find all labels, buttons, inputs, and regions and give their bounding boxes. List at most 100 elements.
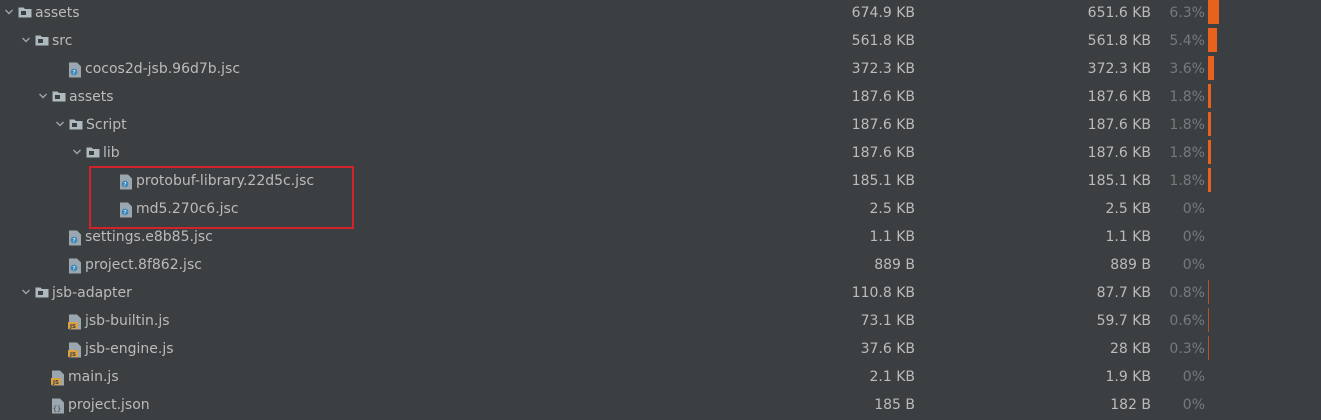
size-percent: 1.8% (1169, 117, 1205, 133)
file-size: 37.6 KB (860, 341, 915, 357)
file-name: assets (35, 5, 80, 21)
size-bar (1208, 0, 1219, 24)
file-size: 73.1 KB (860, 313, 915, 329)
size-bar (1208, 28, 1217, 52)
chevron-down-icon[interactable] (4, 7, 14, 17)
size-bar (1208, 308, 1209, 332)
js-file-icon: JS (68, 314, 82, 330)
tree-row[interactable]: lib 187.6 KB 187.6 KB 1.8% (0, 140, 1321, 168)
disk-size: 187.6 KB (1087, 89, 1151, 105)
disk-size: 187.6 KB (1087, 117, 1151, 133)
unknown-file-icon: ? (68, 258, 82, 274)
disk-size: 87.7 KB (1096, 285, 1151, 301)
file-size: 185.1 KB (851, 173, 915, 189)
tree-row[interactable]: assets 674.9 KB 651.6 KB 6.3% (0, 0, 1321, 28)
folder-icon (69, 118, 83, 132)
tree-row[interactable]: assets 187.6 KB 187.6 KB 1.8% (0, 84, 1321, 112)
tree-row[interactable]: JS jsb-engine.js 37.6 KB 28 KB 0.3% (0, 336, 1321, 364)
folder-icon (35, 286, 49, 300)
file-name: src (52, 33, 73, 49)
svg-text:JS: JS (52, 380, 59, 386)
disk-size: 2.5 KB (1105, 201, 1152, 217)
disk-size: 561.8 KB (1087, 33, 1151, 49)
size-percent: 3.6% (1169, 61, 1205, 77)
folder-icon (35, 34, 49, 48)
js-file-icon: JS (51, 370, 65, 386)
tree-row[interactable]: JS jsb-builtin.js 73.1 KB 59.7 KB 0.6% (0, 308, 1321, 336)
file-name: cocos2d-jsb.96d7b.jsc (85, 61, 241, 77)
svg-text:JS: JS (69, 324, 76, 330)
file-size: 187.6 KB (851, 89, 915, 105)
svg-text:?: ? (72, 265, 75, 272)
unknown-file-icon: ? (68, 230, 82, 246)
size-bar (1208, 140, 1211, 164)
file-size: 372.3 KB (851, 61, 915, 77)
highlight-box (89, 166, 354, 229)
disk-size: 185.1 KB (1087, 173, 1151, 189)
size-percent: 0% (1182, 397, 1205, 413)
file-name: lib (103, 145, 120, 161)
size-bar (1208, 168, 1211, 192)
file-size: 889 B (874, 257, 915, 273)
file-size: 187.6 KB (851, 117, 915, 133)
size-bar (1208, 112, 1211, 136)
tree-row[interactable]: jsb-adapter 110.8 KB 87.7 KB 0.8% (0, 280, 1321, 308)
size-bar (1208, 84, 1211, 108)
size-percent: 0% (1182, 229, 1205, 245)
disk-size: 59.7 KB (1096, 313, 1151, 329)
tree-row[interactable]: ? project.8f862.jsc 889 B 889 B 0% (0, 252, 1321, 280)
size-percent: 0% (1182, 257, 1205, 273)
size-percent: 1.8% (1169, 89, 1205, 105)
size-percent: 1.8% (1169, 173, 1205, 189)
size-percent: 0% (1182, 369, 1205, 385)
file-name: main.js (68, 369, 119, 385)
js-file-icon: JS (68, 342, 82, 358)
chevron-down-icon[interactable] (38, 91, 48, 101)
chevron-down-icon[interactable] (21, 287, 31, 297)
disk-size: 651.6 KB (1087, 5, 1151, 21)
size-percent: 1.8% (1169, 145, 1205, 161)
file-name: project.8f862.jsc (85, 257, 202, 273)
tree-row[interactable]: {} project.json 185 B 182 B 0% (0, 392, 1321, 420)
file-size: 2.5 KB (869, 201, 916, 217)
tree-row[interactable]: ? cocos2d-jsb.96d7b.jsc 372.3 KB 372.3 KB 3.… (0, 56, 1321, 84)
file-size: 2.1 KB (869, 369, 916, 385)
disk-size: 1.9 KB (1105, 369, 1152, 385)
size-bar (1208, 336, 1209, 360)
file-name: jsb-builtin.js (85, 313, 170, 329)
file-name: settings.e8b85.jsc (85, 229, 213, 245)
chevron-down-icon[interactable] (72, 147, 82, 157)
folder-icon (18, 6, 32, 20)
size-percent: 0% (1182, 201, 1205, 217)
file-name: Script (86, 117, 127, 133)
disk-size: 28 KB (1109, 341, 1151, 357)
size-percent: 0.3% (1169, 341, 1205, 357)
file-size: 674.9 KB (851, 5, 915, 21)
svg-text:{}: {} (53, 405, 61, 413)
disk-size: 372.3 KB (1087, 61, 1151, 77)
tree-row[interactable]: Script 187.6 KB 187.6 KB 1.8% (0, 112, 1321, 140)
disk-size: 182 B (1110, 397, 1151, 413)
chevron-down-icon[interactable] (55, 119, 65, 129)
svg-text:?: ? (72, 69, 75, 76)
folder-icon (52, 90, 66, 104)
file-name: jsb-engine.js (85, 341, 174, 357)
folder-icon (86, 146, 100, 160)
disk-size: 1.1 KB (1105, 229, 1152, 245)
tree-row[interactable]: src 561.8 KB 561.8 KB 5.4% (0, 28, 1321, 56)
file-size: 185 B (874, 397, 915, 413)
file-size: 187.6 KB (851, 145, 915, 161)
file-name: jsb-adapter (52, 285, 132, 301)
file-size: 110.8 KB (851, 285, 915, 301)
size-bar (1208, 56, 1214, 80)
size-percent: 0.6% (1169, 313, 1205, 329)
svg-text:?: ? (72, 237, 75, 244)
chevron-down-icon[interactable] (21, 35, 31, 45)
tree-row[interactable]: JS main.js 2.1 KB 1.9 KB 0% (0, 364, 1321, 392)
svg-text:JS: JS (69, 352, 76, 358)
size-percent: 6.3% (1169, 5, 1205, 21)
size-percent: 5.4% (1169, 33, 1205, 49)
json-file-icon: {} (51, 398, 65, 414)
disk-size: 889 B (1110, 257, 1151, 273)
size-percent: 0.8% (1169, 285, 1205, 301)
